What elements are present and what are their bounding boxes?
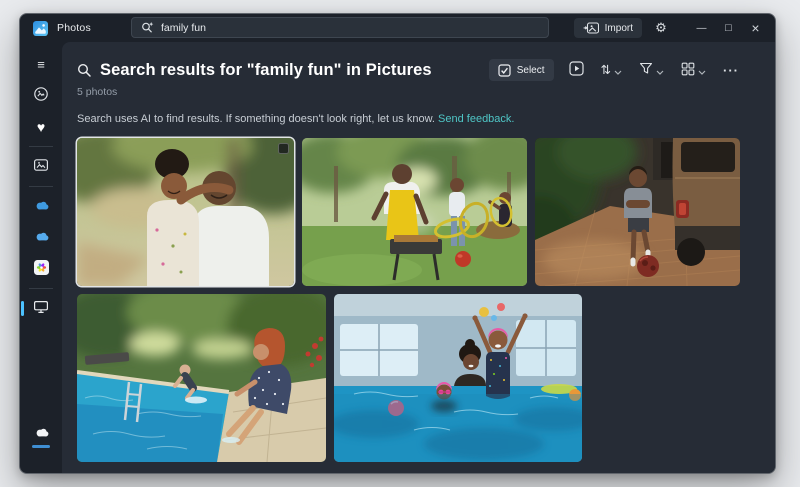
more-ellipsis-icon: ··· [723, 64, 739, 77]
storage-progress-bar [32, 445, 50, 448]
ai-notice: Search uses AI to find results. If somet… [77, 113, 775, 125]
sidebar-item-icloud[interactable] [26, 254, 56, 283]
storage-indicator[interactable] [26, 425, 56, 449]
settings-gear-icon[interactable]: ⚙ [648, 16, 674, 40]
import-label: Import [605, 23, 633, 34]
sidebar-item-this-pc[interactable] [26, 294, 56, 323]
content-panel: Search results for "family fun" in Pictu… [62, 42, 775, 473]
title-bar: Photos [20, 14, 775, 42]
page-header: Search results for "family fun" in Pictu… [77, 57, 775, 83]
layout-button[interactable] [679, 60, 708, 81]
filter-funnel-icon [639, 62, 653, 78]
cloud-icon [33, 199, 50, 214]
sidebar-divider [29, 288, 53, 289]
maximize-button[interactable]: □ [715, 15, 742, 41]
all-photos-icon [33, 86, 49, 105]
thumbnail-badge-icon [278, 143, 289, 154]
select-label: Select [517, 65, 545, 76]
hamburger-icon: ≡ [37, 58, 45, 71]
photo-grid-row-1 [77, 138, 775, 286]
sort-arrows-icon: ⇅ [601, 64, 611, 77]
slideshow-button[interactable] [567, 59, 586, 81]
photo-thumbnail[interactable] [535, 138, 740, 286]
page-title: Search results for "family fun" in Pictu… [100, 61, 432, 80]
chevron-down-icon [698, 63, 706, 78]
layout-grid-icon [681, 62, 695, 79]
heading-search-icon [77, 63, 92, 78]
desktop-background: Photos [0, 0, 800, 487]
sidebar-item-onedrive[interactable] [26, 192, 56, 221]
titlebar-actions: Import ⚙ — □ × [574, 14, 769, 42]
sidebar-item-all-photos[interactable] [26, 81, 56, 110]
icloud-photos-icon [34, 260, 49, 278]
photos-app-logo-icon [33, 21, 48, 36]
chevron-down-icon [614, 63, 622, 78]
results-toolbar: Select ⇅ [489, 59, 741, 81]
search-box[interactable] [131, 17, 549, 38]
import-icon [583, 22, 599, 34]
menu-button[interactable]: ≡ [26, 50, 56, 79]
filter-button[interactable] [637, 60, 666, 80]
checkbox-icon [498, 64, 511, 77]
more-button[interactable]: ··· [721, 62, 741, 79]
photo-thumbnail[interactable] [77, 294, 326, 462]
sidebar-item-onedrive-photos[interactable] [26, 223, 56, 252]
search-icon [141, 21, 154, 34]
cloud-icon [33, 230, 50, 245]
photo-grid-row-2 [77, 294, 775, 462]
minimize-button[interactable]: — [688, 15, 715, 41]
photos-app-window: Photos [19, 13, 776, 474]
sidebar-item-folders[interactable] [26, 152, 56, 181]
chevron-down-icon [656, 63, 664, 78]
photo-thumbnail[interactable] [334, 294, 582, 462]
search-input[interactable] [161, 18, 548, 37]
app-title: Photos [57, 22, 91, 34]
send-feedback-link[interactable]: Send feedback. [438, 113, 514, 125]
photo-thumbnail[interactable] [302, 138, 527, 286]
select-button[interactable]: Select [489, 59, 554, 81]
heart-icon: ♥ [37, 120, 45, 134]
this-pc-icon [33, 300, 49, 317]
sort-button[interactable]: ⇅ [599, 61, 624, 80]
photo-count: 5 photos [77, 86, 775, 98]
import-button[interactable]: Import [574, 18, 642, 38]
storage-cloud-icon [33, 426, 50, 441]
navigation-rail: ≡ ♥ [20, 42, 62, 473]
photo-thumbnail[interactable] [77, 138, 294, 286]
folders-icon [33, 157, 49, 176]
slideshow-icon [569, 61, 584, 79]
close-button[interactable]: × [742, 15, 769, 41]
sidebar-divider [29, 146, 53, 147]
sidebar-item-favorites[interactable]: ♥ [26, 112, 56, 141]
sidebar-divider [29, 186, 53, 187]
ai-notice-text: Search uses AI to find results. If somet… [77, 113, 435, 125]
